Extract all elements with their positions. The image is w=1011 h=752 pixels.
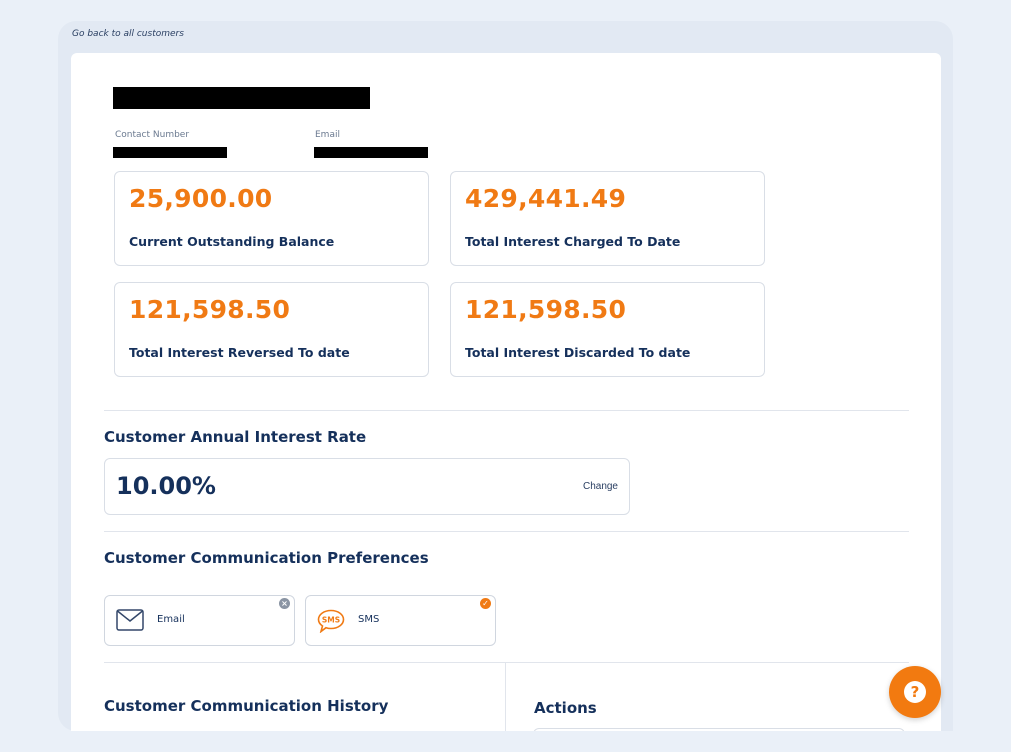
help-button[interactable]: ? xyxy=(889,666,941,718)
communication-preferences-title: Customer Communication Preferences xyxy=(104,549,429,567)
envelope-icon xyxy=(116,609,144,635)
stat-amount: 121,598.50 xyxy=(129,295,291,324)
stat-label: Total Interest Charged To Date xyxy=(465,234,681,249)
column-divider xyxy=(505,663,506,731)
preference-label: SMS xyxy=(358,614,380,625)
section-divider xyxy=(104,662,909,663)
section-divider xyxy=(104,410,909,411)
stat-card-interest-charged: 429,441.49 Total Interest Charged To Dat… xyxy=(450,171,765,266)
stat-label: Total Interest Discarded To date xyxy=(465,345,691,360)
interest-rate-value: 10.00% xyxy=(116,472,216,500)
page-container: Go back to all customers Contact Number … xyxy=(58,21,953,731)
preference-sms-option[interactable]: SMS SMS ✓ xyxy=(305,595,496,646)
question-mark-icon: ? xyxy=(904,681,926,703)
customer-detail-panel: Contact Number Email 25,900.00 Current O… xyxy=(71,53,941,731)
preference-label: Email xyxy=(157,614,185,625)
stat-amount: 429,441.49 xyxy=(465,184,627,213)
contact-number-redacted xyxy=(113,147,227,158)
stat-amount: 121,598.50 xyxy=(465,295,627,324)
email-redacted xyxy=(314,147,428,158)
preference-email-option[interactable]: Email × xyxy=(104,595,295,646)
selected-check-icon: ✓ xyxy=(480,598,491,609)
communication-history-title: Customer Communication History xyxy=(104,697,389,715)
customer-name-redacted xyxy=(113,87,370,109)
interest-rate-title: Customer Annual Interest Rate xyxy=(104,428,367,446)
interest-rate-box: 10.00% Change xyxy=(104,458,630,515)
change-rate-button[interactable]: Change xyxy=(583,481,618,492)
stat-card-outstanding-balance: 25,900.00 Current Outstanding Balance xyxy=(114,171,429,266)
stat-amount: 25,900.00 xyxy=(129,184,273,213)
stat-label: Total Interest Reversed To date xyxy=(129,345,350,360)
unselected-x-icon: × xyxy=(279,598,290,609)
svg-text:SMS: SMS xyxy=(322,616,340,625)
stat-card-interest-discarded: 121,598.50 Total Interest Discarded To d… xyxy=(450,282,765,377)
back-to-customers-link[interactable]: Go back to all customers xyxy=(72,29,184,39)
actions-box xyxy=(533,728,905,731)
stat-label: Current Outstanding Balance xyxy=(129,234,335,249)
stat-card-interest-reversed: 121,598.50 Total Interest Reversed To da… xyxy=(114,282,429,377)
contact-number-label: Contact Number xyxy=(115,130,190,140)
section-divider xyxy=(104,531,909,532)
actions-title: Actions xyxy=(534,699,597,717)
sms-bubble-icon: SMS xyxy=(317,609,345,637)
email-label: Email xyxy=(315,130,340,140)
